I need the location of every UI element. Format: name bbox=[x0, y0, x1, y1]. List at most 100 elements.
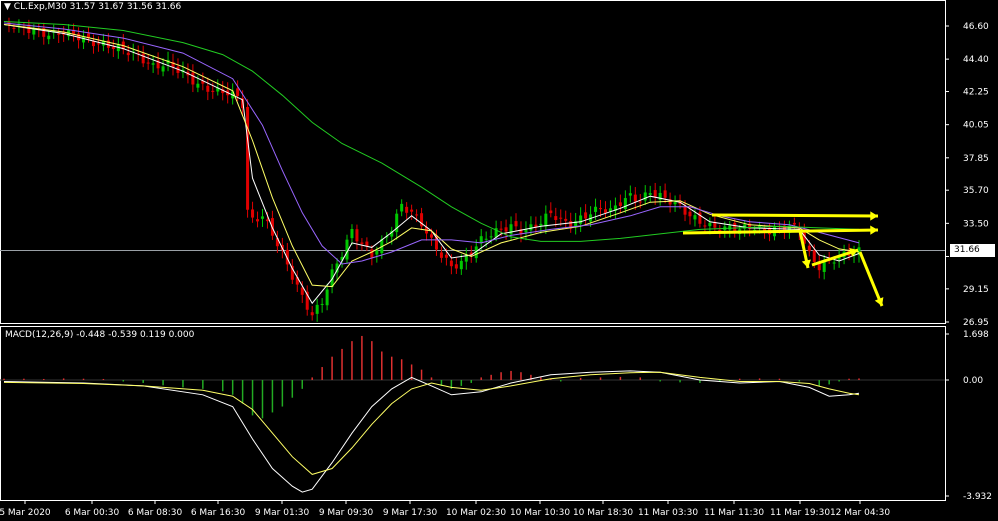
candle-body bbox=[792, 222, 796, 225]
macd-series-line bbox=[3, 371, 860, 475]
price-y-tick-label: 33.50 bbox=[963, 219, 989, 229]
candle-body bbox=[564, 218, 568, 221]
candle-body bbox=[439, 252, 443, 258]
candle-body bbox=[151, 63, 155, 65]
support-arrow bbox=[682, 228, 879, 235]
candle-body bbox=[459, 260, 463, 270]
macd-header: MACD(12,26,9) -0.448 -0.539 0.119 0.000 bbox=[5, 330, 195, 340]
candle-body bbox=[141, 53, 145, 64]
macd-y-tick-label: -3.932 bbox=[963, 492, 992, 502]
x-tick-label: 9 Mar 01:30 bbox=[255, 508, 310, 518]
candle-body bbox=[196, 83, 200, 88]
x-tick-label: 11 Mar 11:30 bbox=[704, 508, 764, 518]
candle-body bbox=[554, 216, 558, 221]
candle-body bbox=[430, 234, 433, 238]
candle-body bbox=[708, 222, 712, 227]
candle-body bbox=[703, 225, 707, 227]
price-y-tick-label: 26.95 bbox=[963, 318, 989, 328]
candle-body bbox=[559, 217, 563, 219]
candle-body bbox=[57, 33, 61, 35]
candle-body bbox=[688, 211, 692, 217]
x-tick-label: 10 Mar 10:30 bbox=[510, 508, 570, 518]
candle-body bbox=[618, 202, 622, 207]
price-y-tick-label: 46.60 bbox=[963, 22, 989, 32]
price-y-tick-label: 42.25 bbox=[963, 88, 989, 98]
candle-body bbox=[256, 219, 260, 222]
candle-body bbox=[832, 262, 836, 264]
candle-body bbox=[444, 254, 448, 258]
candle-body bbox=[514, 221, 518, 227]
resistance-arrow-head bbox=[870, 211, 878, 221]
candle-body bbox=[603, 209, 607, 213]
candle-body bbox=[82, 36, 86, 43]
candle-body bbox=[673, 202, 677, 205]
candle-body bbox=[812, 250, 816, 262]
symbol-ohlc: CL.Exp,M30 31.57 31.67 31.56 31.66 bbox=[13, 2, 182, 12]
moving-average-line bbox=[3, 21, 860, 242]
candle-body bbox=[504, 227, 508, 232]
candle-body bbox=[320, 303, 324, 305]
trading-chart-window[interactable]: 46.60 44.40 42.25 40.05 37.85 35.70 33.50 29.15… bbox=[0, 0, 998, 521]
candle-body bbox=[584, 212, 588, 219]
candle-body bbox=[683, 206, 687, 215]
candle-body bbox=[325, 289, 329, 306]
candle-body bbox=[594, 206, 598, 212]
candle-body bbox=[410, 209, 414, 212]
candle-body bbox=[206, 85, 210, 92]
support-arrow-head bbox=[870, 225, 878, 235]
chart-canvas[interactable]: 46.60 44.40 42.25 40.05 37.85 35.70 33.50 29.15… bbox=[0, 0, 998, 521]
candle-body bbox=[489, 236, 493, 238]
candle-body bbox=[499, 228, 503, 230]
candle-body bbox=[579, 215, 583, 224]
candle-body bbox=[310, 312, 314, 316]
candle-body bbox=[12, 27, 16, 29]
x-tick-label: 10 Mar 02:30 bbox=[446, 508, 506, 518]
price-header: ▼ CL.Exp,M30 31.57 31.67 31.56 31.66 bbox=[4, 2, 181, 12]
x-tick-label: 11 Mar 03:30 bbox=[638, 508, 698, 518]
macd-series-line bbox=[3, 370, 860, 493]
price-pane-border bbox=[0, 0, 946, 324]
candle-body bbox=[246, 106, 250, 210]
candle-body bbox=[633, 194, 637, 202]
candle-body bbox=[549, 210, 553, 214]
target-arrow bbox=[858, 251, 884, 307]
candle-body bbox=[315, 304, 319, 314]
current-price-tag: 31.66 bbox=[950, 244, 995, 257]
macd-y-tick-label: 0.00 bbox=[963, 376, 983, 386]
candle-body bbox=[415, 214, 419, 216]
candle-body bbox=[32, 29, 36, 35]
candle-body bbox=[126, 52, 130, 56]
x-tick-label: 6 Mar 16:30 bbox=[191, 508, 246, 518]
collapse-triangle-icon[interactable]: ▼ bbox=[4, 2, 14, 12]
candle-body bbox=[96, 43, 100, 45]
candle-body bbox=[300, 287, 304, 295]
candle-body bbox=[111, 46, 115, 49]
candle-body bbox=[370, 249, 374, 258]
candle-body bbox=[638, 201, 642, 203]
candle-body bbox=[211, 90, 215, 92]
candle-body bbox=[375, 250, 379, 255]
resistance-arrow bbox=[711, 213, 879, 218]
candle-body bbox=[400, 203, 404, 212]
candle-body bbox=[449, 260, 453, 267]
candle-body bbox=[91, 41, 95, 47]
moving-average-line bbox=[3, 24, 860, 305]
candle-body bbox=[360, 242, 364, 244]
candle-body bbox=[539, 223, 543, 226]
candle-body bbox=[47, 35, 51, 40]
moving-average-line bbox=[3, 24, 860, 288]
candle-body bbox=[161, 66, 165, 72]
candle-body bbox=[807, 245, 811, 252]
price-y-tick-label: 40.05 bbox=[963, 121, 989, 131]
candle-body bbox=[599, 208, 603, 210]
candle-body bbox=[643, 192, 647, 201]
candle-body bbox=[509, 224, 513, 235]
candle-body bbox=[648, 193, 652, 195]
candle-body bbox=[454, 264, 458, 269]
candle-body bbox=[653, 190, 657, 197]
candle-body bbox=[623, 198, 627, 210]
candle-body bbox=[191, 72, 195, 85]
x-tick-label: 6 Mar 00:30 bbox=[65, 508, 120, 518]
x-tick-label: 6 Mar 08:30 bbox=[128, 508, 183, 518]
macd-y-tick-label: 1.698 bbox=[963, 330, 989, 340]
